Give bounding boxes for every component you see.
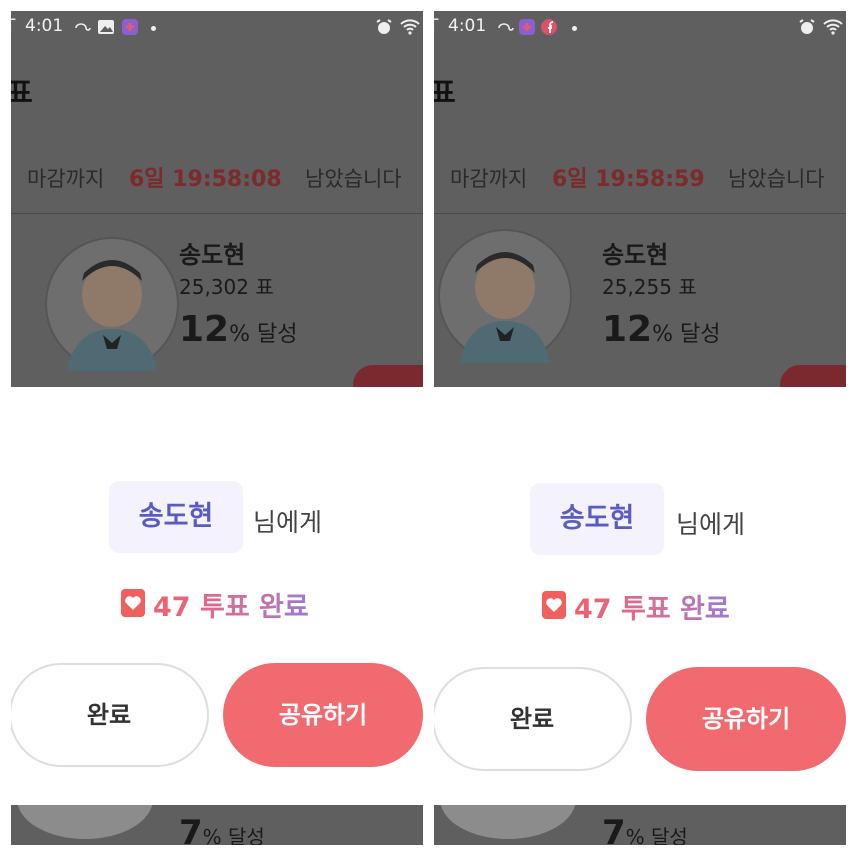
page-title: 표: [11, 76, 33, 109]
vote-result-text: 47 투표 완료: [153, 585, 309, 624]
done-button-label: 완료: [86, 701, 132, 729]
percent-value: 12: [179, 309, 230, 350]
heart-icon: [542, 591, 566, 619]
candidate-votes: 25,302 표: [179, 275, 274, 299]
notification-dot: [151, 26, 156, 31]
done-button[interactable]: 완료: [11, 663, 209, 767]
candidate-percent: 12% 달성: [602, 309, 721, 350]
share-button[interactable]: 공유하기: [646, 667, 846, 771]
vote-result: 47 투표 완료: [542, 587, 762, 625]
next-candidate-avatar: [440, 805, 576, 839]
dimmed-background-bottom: 7% 달성: [434, 805, 846, 845]
next-candidate-percent: 7% 달성: [602, 813, 688, 845]
vote-button-partial[interactable]: [780, 365, 846, 387]
dimmed-background: T 4:01 표 마감까지 6일 19:58:08 남았습니다 송도현 25,3…: [11, 11, 423, 387]
next-percent-value: 7: [179, 813, 203, 845]
sync-icon: [498, 23, 514, 31]
deadline-prefix: 마감까지: [27, 167, 105, 191]
recipient-name: 송도현: [138, 501, 214, 532]
deadline-suffix: 남았습니다: [728, 167, 825, 191]
share-button-label: 공유하기: [701, 705, 791, 733]
deadline-prefix: 마감까지: [450, 167, 528, 191]
recipient-suffix: 님에게: [676, 510, 746, 539]
percent-unit: % 달성: [652, 322, 721, 347]
candidate-avatar: [45, 237, 179, 371]
done-button[interactable]: 완료: [434, 667, 632, 771]
recipient-chip: 송도현: [530, 483, 664, 555]
next-candidate-avatar: [17, 805, 153, 839]
next-percent-unit: % 달성: [202, 825, 265, 845]
vote-result-text: 47 투표 완료: [574, 587, 730, 626]
divider: [11, 213, 423, 214]
screenshot-left: T 4:01 표 마감까지 6일 19:58:08 남았습니다 송도현 25,3…: [11, 11, 423, 845]
share-button[interactable]: 공유하기: [223, 663, 423, 767]
image-icon: [98, 20, 114, 34]
candidate-avatar: [438, 229, 572, 363]
screenshot-right: T 4:01 표 마감까지 6일 19:58:59 남았습니다 송도현 25,2…: [434, 11, 846, 845]
facebook-icon: [541, 19, 557, 35]
vote-button-partial[interactable]: [353, 365, 423, 387]
candidate-name: 송도현: [602, 241, 669, 269]
divider: [434, 213, 846, 214]
candidate-percent: 12% 달성: [179, 309, 298, 350]
sync-icon: [75, 23, 91, 31]
share-button-label: 공유하기: [278, 701, 368, 729]
status-carrier: T: [11, 16, 15, 36]
notification-dot: [572, 26, 577, 31]
status-bar: T 4:01: [11, 11, 423, 45]
next-percent-value: 7: [602, 813, 626, 845]
candidate-votes: 25,255 표: [602, 275, 697, 299]
done-button-label: 완료: [509, 705, 555, 733]
dimmed-background: T 4:01 표 마감까지 6일 19:58:59 남았습니다 송도현 25,2…: [434, 11, 846, 387]
wifi-icon: [400, 19, 420, 35]
candidate-name: 송도현: [179, 241, 246, 269]
wifi-icon: [823, 19, 843, 35]
alarm-icon: [376, 19, 392, 34]
percent-value: 12: [602, 309, 653, 350]
heart-icon: [121, 589, 145, 617]
next-percent-unit: % 달성: [625, 825, 688, 845]
next-candidate-percent: 7% 달성: [179, 813, 265, 845]
app-icon: [122, 19, 138, 35]
status-bar: T 4:01: [434, 11, 846, 45]
alarm-icon: [799, 19, 815, 34]
dimmed-background-bottom: 7% 달성: [11, 805, 423, 845]
status-time: 4:01: [25, 16, 64, 36]
deadline-countdown: 6일 19:58:59: [552, 167, 705, 192]
recipient-name: 송도현: [559, 503, 635, 534]
status-carrier: T: [434, 16, 438, 36]
page-title: 표: [434, 76, 456, 109]
recipient-chip: 송도현: [109, 481, 243, 553]
deadline-banner: 마감까지 6일 19:58:08 남았습니다: [11, 161, 423, 193]
deadline-countdown: 6일 19:58:08: [129, 167, 282, 192]
app-icon: [519, 19, 535, 35]
deadline-banner: 마감까지 6일 19:58:59 남았습니다: [434, 161, 846, 193]
percent-unit: % 달성: [229, 322, 298, 347]
deadline-suffix: 남았습니다: [305, 167, 402, 191]
vote-result: 47 투표 완료: [121, 585, 341, 623]
recipient-suffix: 님에게: [253, 508, 323, 537]
status-time: 4:01: [448, 16, 487, 36]
